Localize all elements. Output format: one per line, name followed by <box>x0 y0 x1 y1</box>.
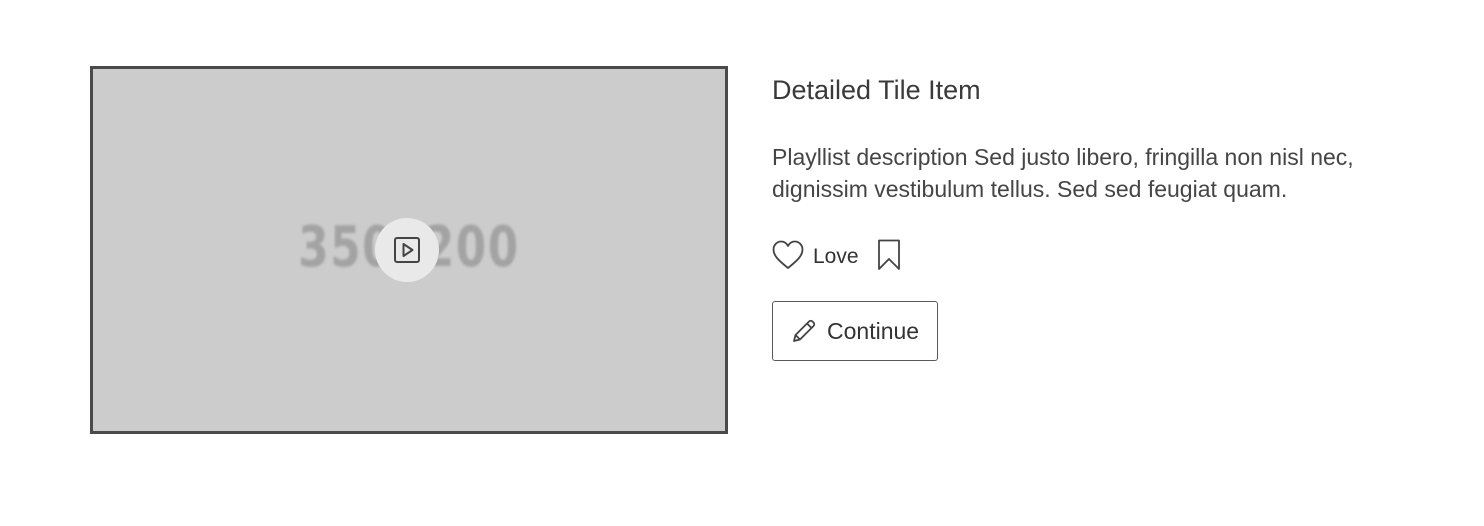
love-label: Love <box>813 245 859 268</box>
tile-actions: Love <box>772 235 1432 275</box>
love-button[interactable]: Love <box>772 240 859 270</box>
tile-description: Playllist description Sed justo libero, … <box>772 144 1354 202</box>
tile-title: Detailed Tile Item <box>772 75 981 105</box>
continue-label: Continue <box>827 317 920 344</box>
bookmark-icon <box>877 239 900 270</box>
continue-button[interactable]: Continue <box>772 301 938 361</box>
heart-icon <box>772 240 804 269</box>
detailed-tile: 350x200 Detailed Tile Item Playllist des… <box>90 66 1430 434</box>
play-icon <box>394 237 420 263</box>
bookmark-button[interactable] <box>877 239 901 271</box>
pencil-icon <box>793 319 816 342</box>
play-button[interactable] <box>375 218 439 282</box>
tile-thumbnail[interactable]: 350x200 <box>90 66 728 434</box>
tile-info: Detailed Tile Item Playllist description… <box>772 66 1432 361</box>
